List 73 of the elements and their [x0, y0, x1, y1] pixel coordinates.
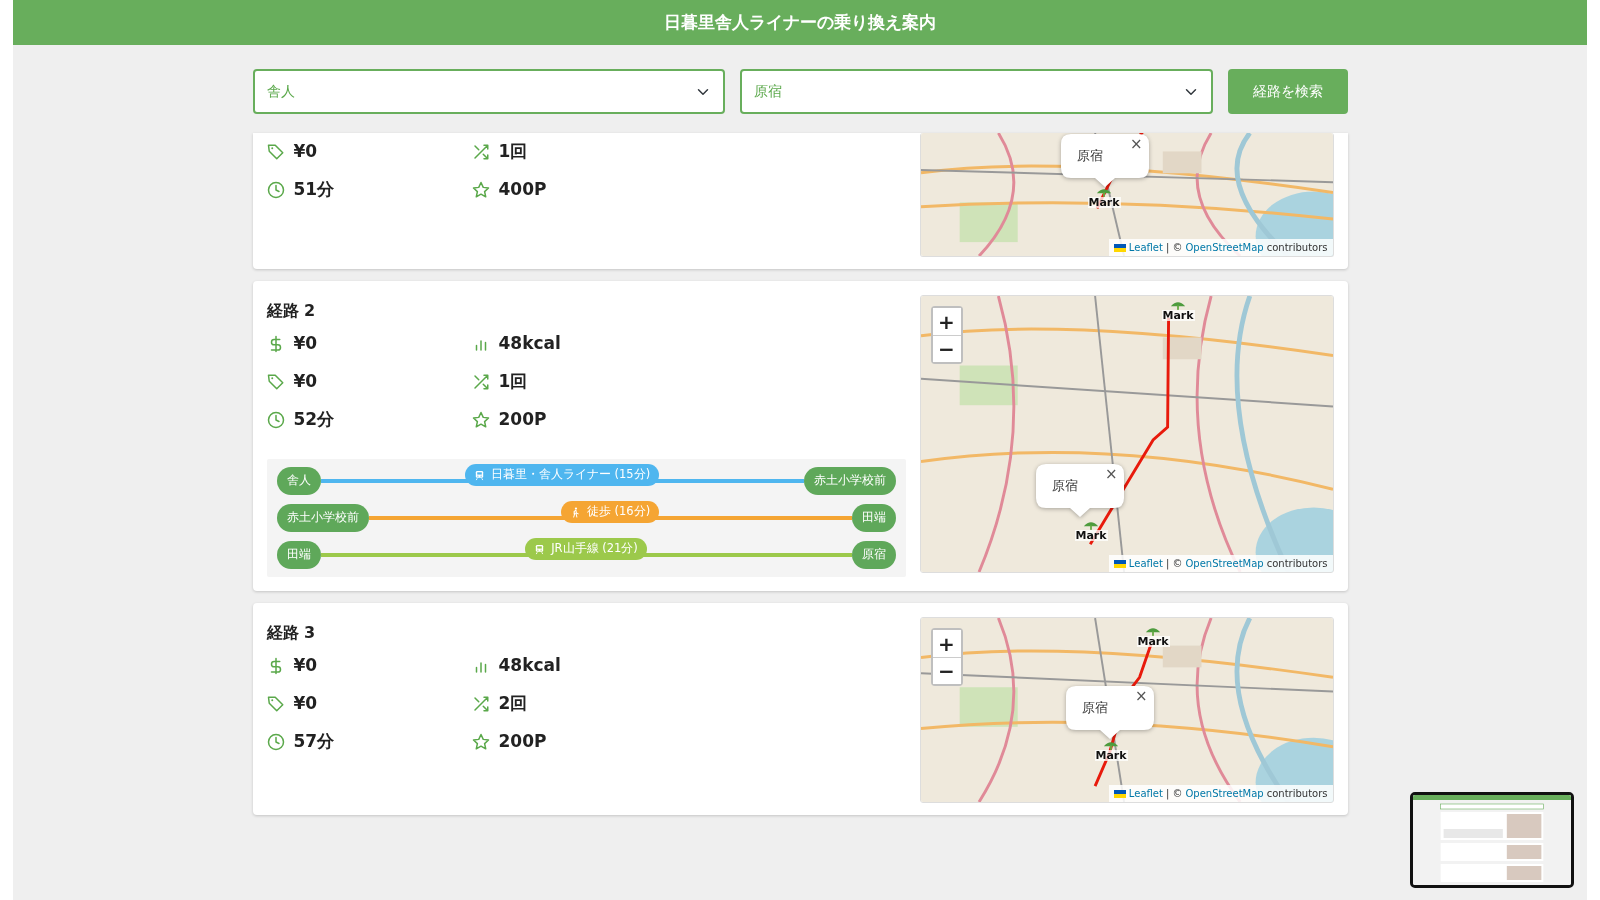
leaflet-link[interactable]: Leaflet: [1128, 786, 1163, 801]
marker-label: Mark: [1087, 197, 1121, 208]
search-button[interactable]: 経路を検索: [1227, 69, 1348, 114]
attribution-text: | ©: [1165, 241, 1183, 255]
stat-value: ¥0: [293, 332, 318, 356]
train-icon: [534, 543, 546, 555]
stat-value: ¥0: [293, 370, 318, 394]
station-pill: 田端: [276, 541, 321, 569]
popup-text: 原宿: [1076, 147, 1103, 165]
destination-select[interactable]: 原宿: [740, 69, 1213, 114]
stat-value: 48kcal: [498, 332, 561, 356]
popup-text: 原宿: [1051, 477, 1078, 495]
zoom-out-button[interactable]: −: [932, 657, 961, 684]
station-pill: 田端: [851, 504, 896, 532]
flag-icon: [1113, 559, 1126, 568]
attribution-text: contributors: [1266, 241, 1328, 255]
clock-icon: [266, 733, 285, 751]
stat-value: 400P: [498, 178, 547, 202]
clock-icon: [266, 411, 285, 429]
marker-label: Mark: [1074, 530, 1108, 541]
popup-text: 原宿: [1081, 699, 1108, 717]
marker-label: Mark: [1136, 636, 1170, 647]
openstreetmap-link[interactable]: OpenStreetMap: [1185, 240, 1264, 255]
star-icon: [471, 181, 490, 199]
close-button[interactable]: ×: [1134, 689, 1148, 704]
stat-value: ¥0: [293, 654, 318, 678]
line-name: JR山手線 (21分): [551, 540, 638, 558]
stat-value: 48kcal: [498, 654, 561, 678]
stat-value: ¥0: [293, 140, 318, 164]
stat-value: 2回: [498, 692, 528, 716]
stat-value: 1回: [498, 370, 528, 394]
flag-icon: [1113, 243, 1126, 252]
line-name: 日暮里・舎人ライナー (15分): [490, 466, 651, 484]
shuffle-icon: [471, 373, 490, 391]
leaflet-link[interactable]: Leaflet: [1128, 240, 1163, 255]
page-title: 日暮里舎人ライナーの乗り換え案内: [664, 10, 936, 34]
stat-value: 200P: [498, 730, 547, 754]
tag-icon: [266, 373, 285, 391]
stat-value: 1回: [498, 140, 528, 164]
stat-value: 57分: [293, 730, 335, 754]
attribution-text: contributors: [1266, 557, 1328, 571]
openstreetmap-link[interactable]: OpenStreetMap: [1185, 786, 1264, 801]
route-title: 経路 3: [266, 622, 317, 644]
shuffle-icon: [471, 143, 490, 161]
star-icon: [471, 733, 490, 751]
openstreetmap-link[interactable]: OpenStreetMap: [1185, 556, 1264, 571]
close-button[interactable]: ×: [1104, 467, 1118, 482]
tag-icon: [266, 695, 285, 713]
marker-label: Mark: [1161, 310, 1195, 321]
tag-icon: [266, 143, 285, 161]
stat-value: 52分: [293, 408, 335, 432]
clock-icon: [266, 181, 285, 199]
shuffle-icon: [471, 695, 490, 713]
origin-select[interactable]: 舎人: [252, 69, 726, 114]
attribution-text: | ©: [1165, 557, 1183, 571]
close-button[interactable]: ×: [1129, 137, 1143, 152]
route-title: 経路 2: [266, 300, 317, 322]
line-name: 徒歩 (16分): [586, 503, 651, 521]
station-pill: 赤土小学校前: [803, 467, 896, 495]
zoom-out-button[interactable]: −: [932, 335, 961, 362]
station-pill: 原宿: [851, 541, 896, 569]
attribution-text: contributors: [1266, 787, 1328, 801]
star-icon: [471, 411, 490, 429]
station-pill: 赤土小学校前: [276, 504, 369, 532]
flag-icon: [1113, 789, 1126, 798]
stat-value: 200P: [498, 408, 547, 432]
train-icon: [473, 469, 485, 481]
station-pill: 舎人: [276, 467, 321, 495]
stat-value: 51分: [293, 178, 335, 202]
marker-label: Mark: [1094, 750, 1128, 761]
leaflet-link[interactable]: Leaflet: [1128, 556, 1163, 571]
stat-value: ¥0: [293, 692, 318, 716]
attribution-text: | ©: [1165, 787, 1183, 801]
